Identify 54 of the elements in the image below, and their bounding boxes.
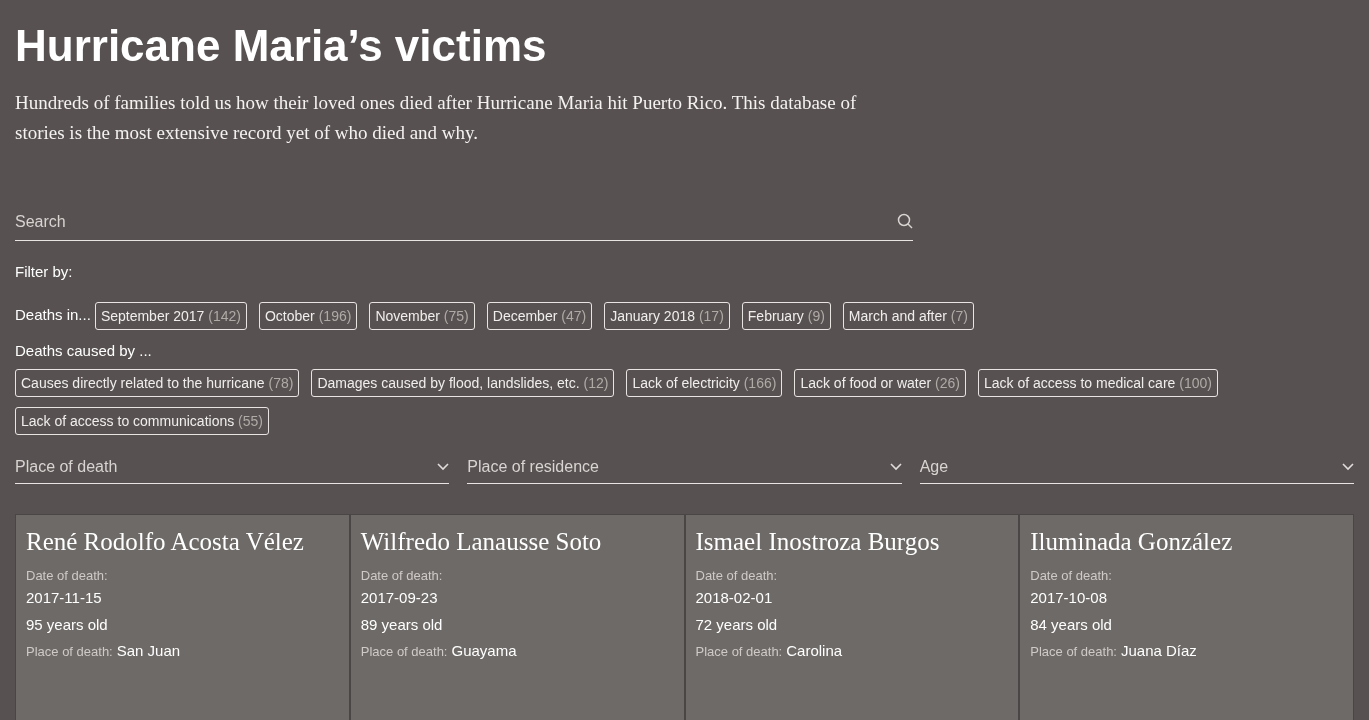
filter-label: Filter by: <box>15 262 74 282</box>
search-icon <box>897 213 913 229</box>
filter-chip[interactable]: Lack of access to medical care (100) <box>977 368 1218 397</box>
victim-age: 95 years old <box>26 614 109 635</box>
filter-chip[interactable]: November (75) <box>369 301 475 330</box>
field-label: Date of death: <box>695 566 779 585</box>
field-label: Date of death: <box>1030 566 1113 585</box>
filter-chip[interactable]: January 2018 (17) <box>604 301 730 330</box>
death-place: San Juan <box>116 641 181 661</box>
victim-name: Wilfredo Lanausse Soto <box>360 526 603 557</box>
victim-name: Ismael Inostroza Burgos <box>695 526 941 557</box>
page-title: Hurricane Maria’s victims <box>15 20 548 72</box>
filter-chip[interactable]: Damages caused by flood, landslides, etc. (12) <box>311 368 615 397</box>
filter-chip[interactable]: February (9) <box>741 301 831 330</box>
field-label: Date of death: <box>26 566 109 585</box>
filter-chip[interactable]: Lack of access to communications (55) <box>15 406 269 435</box>
death-date: 2017-10-08 <box>1030 588 1108 608</box>
filter-group-label: Deaths caused by ... <box>15 340 152 361</box>
filter-chip[interactable]: Lack of food or water (26) <box>794 368 966 397</box>
victim-card[interactable]: Iluminada González Date of death: 2017-10-08 84 years old Place of death: Juana Díaz <box>1020 514 1353 720</box>
field-label: Place of death: <box>360 643 448 661</box>
chevron-down-icon <box>437 462 450 471</box>
victim-age: 84 years old <box>1030 614 1113 635</box>
field-label: Date of death: <box>360 566 444 585</box>
filter-group-label: Deaths in... <box>15 305 91 326</box>
filter-chip[interactable]: September 2017 (142) <box>94 301 247 330</box>
dropdown-select[interactable]: Place of death <box>15 454 450 484</box>
death-date: 2017-09-23 <box>360 588 439 608</box>
filter-chip[interactable]: Lack of electricity (166) <box>626 368 783 397</box>
victim-age: 72 years old <box>695 614 779 635</box>
victim-name: René Rodolfo Acosta Vélez <box>26 526 305 557</box>
death-place: Juana Díaz <box>1121 641 1197 661</box>
death-date: 2018-02-01 <box>695 588 774 608</box>
search-field[interactable]: Search <box>15 210 913 241</box>
victim-card[interactable]: Wilfredo Lanausse Soto Date of death: 2017-09-23 89 years old Place of death: Guayama <box>350 514 684 720</box>
victim-age: 89 years old <box>360 614 444 635</box>
field-label: Place of death: <box>26 643 113 661</box>
dropdown-select[interactable]: Age <box>919 454 1354 484</box>
chevron-down-icon <box>1342 462 1354 471</box>
victim-name: Iluminada González <box>1030 526 1234 557</box>
intro-text: Hundreds of families told us how their loved ones died after Hurricane Maria hit Puerto Rico. This database of stories is the most extensive record yet of who died and why. <box>15 91 858 145</box>
field-label: Place of death: <box>695 643 783 661</box>
filter-chip[interactable]: December (47) <box>486 301 593 330</box>
victim-card[interactable]: René Rodolfo Acosta Vélez Date of death: 2017-11-15 95 years old Place of death: San Juan <box>16 514 349 720</box>
chevron-down-icon <box>889 462 902 471</box>
death-place: Guayama <box>451 641 517 661</box>
death-date: 2017-11-15 <box>26 588 103 608</box>
dropdown-select[interactable]: Place of residence <box>467 454 902 484</box>
filter-chip[interactable]: March and after (7) <box>842 301 974 330</box>
filter-chip[interactable]: October (196) <box>259 301 358 330</box>
filter-chip[interactable]: Causes directly related to the hurricane (78) <box>15 368 300 397</box>
death-place: Carolina <box>786 641 843 661</box>
victim-card[interactable]: Ismael Inostroza Burgos Date of death: 2018-02-01 72 years old Place of death: Carolina <box>685 514 1019 720</box>
field-label: Place of death: <box>1030 643 1117 661</box>
